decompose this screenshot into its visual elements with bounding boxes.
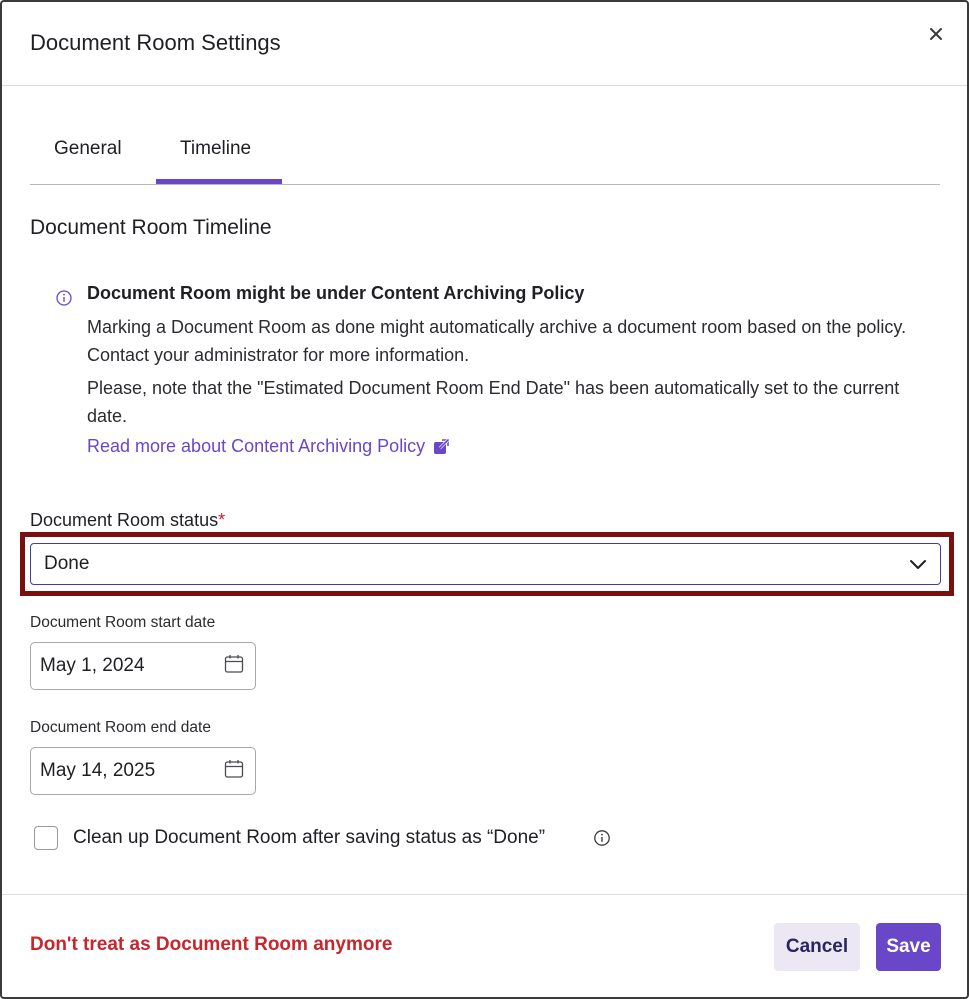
tab-timeline[interactable]: Timeline bbox=[180, 138, 251, 160]
end-date-input[interactable]: May 14, 2025 bbox=[30, 747, 256, 795]
close-button[interactable] bbox=[924, 22, 948, 46]
cancel-button[interactable]: Cancel bbox=[774, 923, 860, 971]
info-icon bbox=[56, 290, 72, 306]
start-date-label: Document Room start date bbox=[30, 614, 216, 631]
notice-text: Marking a Document Room as done might au… bbox=[87, 317, 907, 365]
save-button[interactable]: Save bbox=[876, 923, 941, 971]
chevron-down-icon bbox=[910, 560, 926, 569]
dialog-header: Document Room Settings bbox=[2, 2, 967, 86]
tab-bar: General Timeline bbox=[30, 122, 940, 185]
calendar-icon[interactable] bbox=[224, 759, 244, 779]
start-date-value: May 1, 2024 bbox=[40, 655, 145, 676]
calendar-icon[interactable] bbox=[224, 654, 244, 674]
notice-heading: Document Room might be under Content Arc… bbox=[87, 283, 585, 303]
start-date-input[interactable]: May 1, 2024 bbox=[30, 642, 256, 690]
remove-document-room-link[interactable]: Don't treat as Document Room anymore bbox=[30, 934, 392, 956]
dialog-title: Document Room Settings bbox=[30, 30, 281, 55]
status-field-label: Document Room status* bbox=[30, 510, 225, 531]
archiving-policy-link[interactable]: Read more about Content Archiving Policy bbox=[87, 436, 450, 457]
status-select-value: Done bbox=[44, 553, 90, 574]
archiving-policy-link-label: Read more about Content Archiving Policy bbox=[87, 436, 426, 456]
close-icon bbox=[930, 28, 942, 40]
end-date-label: Document Room end date bbox=[30, 719, 211, 736]
cleanup-checkbox-label[interactable]: Clean up Document Room after saving stat… bbox=[73, 827, 545, 849]
end-date-value: May 14, 2025 bbox=[40, 760, 156, 781]
external-link-icon bbox=[434, 438, 450, 454]
document-room-settings-dialog: Document Room Settings General Timeline … bbox=[0, 0, 969, 999]
info-icon[interactable] bbox=[593, 829, 611, 847]
notice-note: Please, note that the "Estimated Documen… bbox=[87, 378, 900, 426]
required-marker: * bbox=[218, 510, 226, 530]
cleanup-checkbox[interactable] bbox=[34, 826, 58, 850]
section-title: Document Room Timeline bbox=[30, 216, 272, 239]
active-tab-indicator bbox=[156, 179, 282, 184]
tab-general[interactable]: General bbox=[54, 138, 122, 160]
status-select[interactable]: Done bbox=[30, 543, 941, 585]
status-label-text: Document Room status bbox=[30, 510, 219, 530]
